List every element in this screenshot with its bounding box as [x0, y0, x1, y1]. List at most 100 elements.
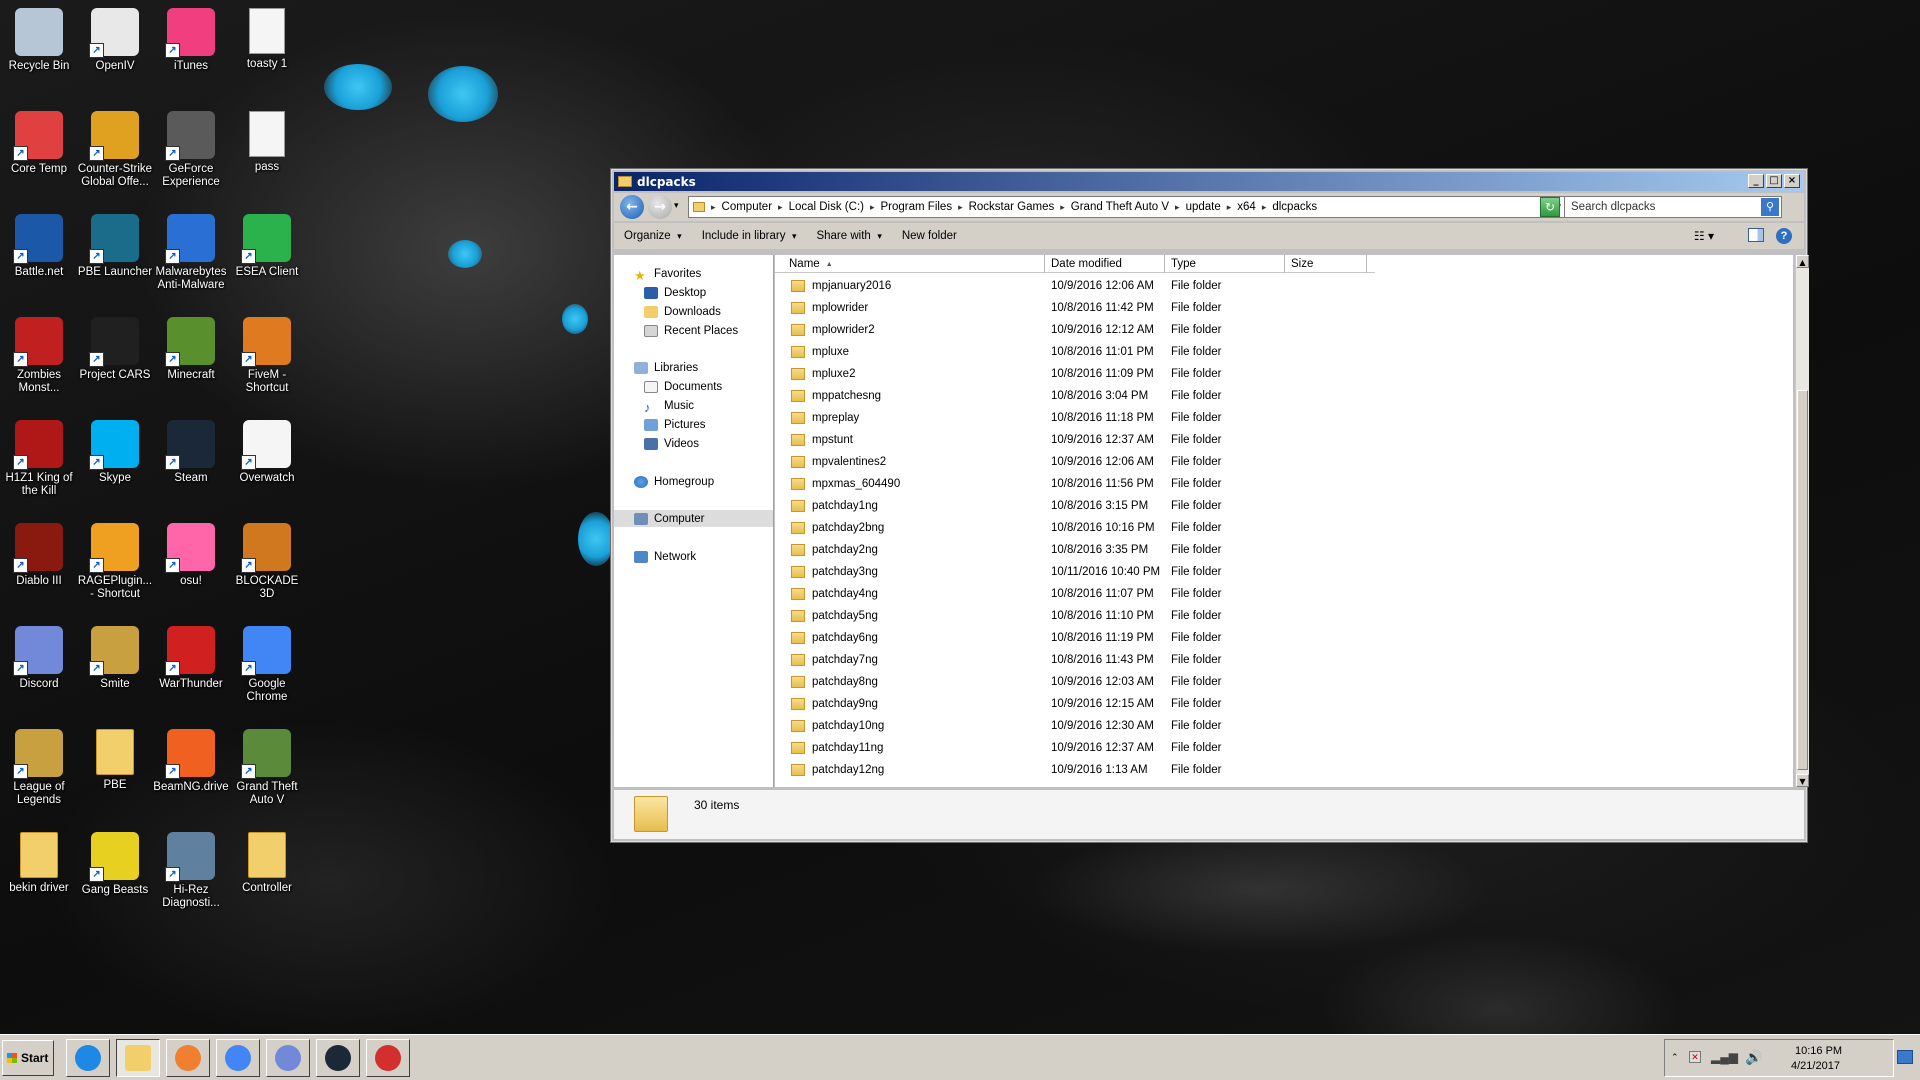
desktop-icon[interactable]: ↗ Project CARS [76, 317, 154, 382]
desktop-icon[interactable]: ↗ Diablo III [0, 523, 78, 588]
desktop-icon[interactable]: ↗ Gang Beasts [76, 832, 154, 897]
scroll-thumb[interactable] [1797, 390, 1808, 770]
address-bar[interactable]: Computer Local Disk (C:) Program Files Rock… [688, 196, 1568, 218]
desktop-icon[interactable]: ↗ Core Temp [0, 111, 78, 176]
nav-computer[interactable]: Computer [614, 510, 773, 527]
desktop-icon[interactable]: ↗ ESEA Client [228, 214, 306, 279]
file-row[interactable]: patchday4ng 10/8/2016 11:07 PM File folder [775, 583, 1775, 605]
breadcrumb-item[interactable]: x64 [1227, 201, 1256, 213]
file-row[interactable]: mplowrider 10/8/2016 11:42 PM File folder [775, 297, 1775, 319]
nav-homegroup[interactable]: Homegroup [634, 473, 714, 490]
file-row[interactable]: mplowrider2 10/9/2016 12:12 AM File folder [775, 319, 1775, 341]
file-row[interactable]: patchday12ng 10/9/2016 1:13 AM File folder [775, 759, 1775, 781]
file-row[interactable]: mpvalentines2 10/9/2016 12:06 AM File fold… [775, 451, 1775, 473]
help-icon[interactable]: ? [1776, 228, 1792, 244]
file-row[interactable]: mppatchesng 10/8/2016 3:04 PM File folder [775, 385, 1775, 407]
nav-network[interactable]: Network [634, 548, 696, 565]
desktop-icon[interactable]: ↗ OpenIV [76, 8, 154, 73]
nav-pictures[interactable]: Pictures [644, 416, 706, 433]
desktop-icon[interactable]: ↗ Steam [152, 420, 230, 485]
file-row[interactable]: patchday2bng 10/8/2016 10:16 PM File folde… [775, 517, 1775, 539]
file-row[interactable]: patchday9ng 10/9/2016 12:15 AM File folder [775, 693, 1775, 715]
file-row[interactable]: mpstunt 10/9/2016 12:37 AM File folder [775, 429, 1775, 451]
desktop-icon[interactable]: ↗ iTunes [152, 8, 230, 73]
taskbar-app-button[interactable] [366, 1039, 410, 1077]
desktop-icon[interactable]: ↗ Counter-Strike Global Offe... [76, 111, 154, 189]
volume-icon[interactable]: 🔊 [1745, 1049, 1762, 1066]
search-input[interactable]: Search dlcpacks ⚲ [1564, 196, 1782, 218]
desktop-icon[interactable]: ↗ Discord [0, 626, 78, 691]
file-row[interactable]: patchday6ng 10/8/2016 11:19 PM File folder [775, 627, 1775, 649]
clock-date[interactable]: 4/21/2017 [1791, 1060, 1840, 1072]
desktop-icon[interactable]: ↗ H1Z1 King of the Kill [0, 420, 78, 498]
include-in-library-button[interactable]: Include in library [702, 230, 797, 242]
file-row[interactable]: patchday10ng 10/9/2016 12:30 AM File folde… [775, 715, 1775, 737]
taskbar-app-button[interactable] [266, 1039, 310, 1077]
column-header-date[interactable]: Date modified [1045, 255, 1165, 273]
show-hidden-icons-icon[interactable]: ⌃ [1671, 1052, 1679, 1063]
view-options-icon[interactable]: ☷ ▾ [1694, 229, 1714, 243]
desktop-icon[interactable]: ↗ BeamNG.drive [152, 729, 230, 794]
maximize-button[interactable]: □ [1766, 174, 1782, 188]
file-row[interactable]: patchday2ng 10/8/2016 3:35 PM File folder [775, 539, 1775, 561]
clock-time[interactable]: 10:16 PM [1795, 1045, 1842, 1057]
desktop-icon[interactable]: ↗ Battle.net [0, 214, 78, 279]
desktop-icon[interactable]: ↗ BLOCKADE 3D [228, 523, 306, 601]
desktop-icon[interactable]: ↗ Google Chrome [228, 626, 306, 704]
refresh-button[interactable]: ↻ [1540, 197, 1560, 217]
desktop-icon[interactable]: ↗ League of Legends [0, 729, 78, 807]
nav-downloads[interactable]: Downloads [644, 303, 721, 320]
desktop-icon[interactable]: ↗ Skype [76, 420, 154, 485]
breadcrumb-item[interactable]: dlcpacks [1262, 201, 1317, 213]
breadcrumb-item[interactable]: Rockstar Games [958, 201, 1055, 213]
desktop-icon[interactable]: ↗ osu! [152, 523, 230, 588]
recent-pages-dropdown-icon[interactable]: ▾ [674, 201, 679, 211]
desktop-icon[interactable]: ↗ Malwarebytes Anti-Malware [152, 214, 230, 292]
file-row[interactable]: patchday7ng 10/8/2016 11:43 PM File folder [775, 649, 1775, 671]
nav-music[interactable]: ♪ Music [644, 397, 694, 415]
file-row[interactable]: patchday1ng 10/8/2016 3:15 PM File folder [775, 495, 1775, 517]
desktop-icon[interactable]: ↗ GeForce Experience [152, 111, 230, 189]
desktop-icon[interactable]: ↗ Zombies Monst... [0, 317, 78, 395]
breadcrumb-item[interactable]: Local Disk (C:) [778, 201, 864, 213]
breadcrumb-item[interactable]: Program Files [870, 201, 953, 213]
file-row[interactable]: patchday5ng 10/8/2016 11:10 PM File folder [775, 605, 1775, 627]
breadcrumb-item[interactable]: Computer [711, 201, 773, 213]
title-bar[interactable]: dlcpacks _ □ × [614, 172, 1804, 191]
desktop-icon[interactable]: toasty 1 [228, 8, 306, 71]
desktop-icon[interactable]: pass [228, 111, 306, 174]
organize-button[interactable]: Organize [624, 230, 682, 242]
column-header-type[interactable]: Type [1165, 255, 1285, 273]
file-row[interactable]: patchday8ng 10/9/2016 12:03 AM File folder [775, 671, 1775, 693]
nav-desktop[interactable]: Desktop [644, 284, 706, 301]
desktop-icon[interactable]: ↗ Minecraft [152, 317, 230, 382]
file-row[interactable]: mpluxe2 10/8/2016 11:09 PM File folder [775, 363, 1775, 385]
column-header-size[interactable]: Size [1285, 255, 1367, 273]
action-center-icon[interactable]: ✕ [1689, 1051, 1701, 1063]
new-folder-button[interactable]: New folder [902, 230, 957, 242]
file-row[interactable]: mpreplay 10/8/2016 11:18 PM File folder [775, 407, 1775, 429]
back-button[interactable]: ← [620, 195, 644, 219]
desktop-icon[interactable]: ↗ FiveM - Shortcut [228, 317, 306, 395]
desktop-icon[interactable]: Recycle Bin [0, 8, 78, 73]
breadcrumb-item[interactable]: Grand Theft Auto V [1060, 201, 1169, 213]
desktop-icon[interactable]: bekin driver [0, 832, 78, 895]
desktop-icon[interactable]: ↗ Overwatch [228, 420, 306, 485]
taskbar-app-button[interactable] [166, 1039, 210, 1077]
file-row[interactable]: mpluxe 10/8/2016 11:01 PM File folder [775, 341, 1775, 363]
notifications-icon[interactable] [1897, 1050, 1913, 1064]
scroll-up-arrow-icon[interactable]: ▲ [1796, 255, 1809, 268]
vertical-scrollbar[interactable]: ▲ ▼ [1795, 255, 1809, 787]
close-button[interactable]: × [1784, 174, 1800, 188]
search-icon[interactable]: ⚲ [1761, 198, 1779, 216]
column-header-name[interactable]: Name ▲ [775, 255, 1045, 273]
nav-libraries[interactable]: Libraries [634, 359, 698, 376]
taskbar-app-button[interactable] [116, 1039, 160, 1077]
desktop-icon[interactable]: ↗ RAGEPlugin... - Shortcut [76, 523, 154, 601]
desktop-icon[interactable]: ↗ Grand Theft Auto V [228, 729, 306, 807]
breadcrumb-item[interactable]: update [1175, 201, 1221, 213]
desktop-icon[interactable]: ↗ Smite [76, 626, 154, 691]
file-row[interactable]: mpjanuary2016 10/9/2016 12:06 AM File fold… [775, 275, 1775, 297]
file-row[interactable]: mpxmas_604490 10/8/2016 11:56 PM File fold… [775, 473, 1775, 495]
desktop-icon[interactable]: ↗ Hi-Rez Diagnosti... [152, 832, 230, 910]
